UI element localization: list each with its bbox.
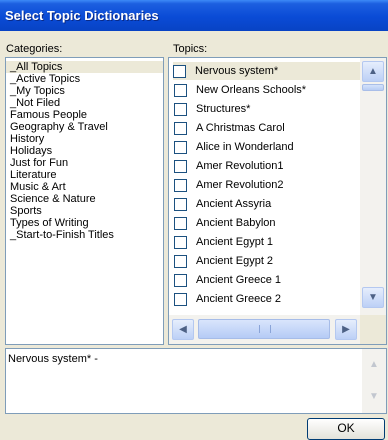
topic-label: Ancient Greece 2 xyxy=(196,293,281,305)
category-item[interactable]: _Start-to-Finish Titles xyxy=(6,229,163,241)
category-item[interactable]: Literature xyxy=(6,169,163,181)
topic-label: New Orleans Schools* xyxy=(196,84,307,96)
category-item[interactable]: _Active Topics xyxy=(6,73,163,85)
scroll-left-button[interactable]: ◀ xyxy=(172,319,194,340)
topic-label: Amer Revolution1 xyxy=(196,160,284,172)
chevron-left-icon: ◀ xyxy=(179,324,187,335)
chevron-right-icon: ▶ xyxy=(342,324,350,335)
category-item[interactable]: Sports xyxy=(6,205,163,217)
topic-item[interactable]: Ancient Babylon xyxy=(174,214,360,232)
topic-item[interactable]: Ancient Greece 2 xyxy=(174,290,360,308)
topic-checkbox[interactable] xyxy=(174,197,187,211)
topic-item[interactable]: Ancient Assyria xyxy=(174,195,360,213)
window-title: Select Topic Dictionaries xyxy=(5,8,159,23)
chevron-down-icon: ▼ xyxy=(368,292,378,303)
topic-label: Ancient Babylon xyxy=(196,217,276,229)
ok-button[interactable]: OK xyxy=(307,418,385,440)
topic-label: Ancient Egypt 2 xyxy=(196,255,274,267)
chevron-up-icon: ▲ xyxy=(368,66,378,77)
topics-label: Topics: xyxy=(173,43,208,55)
category-item[interactable]: Types of Writing xyxy=(6,217,163,229)
topic-checkbox[interactable] xyxy=(174,83,187,97)
chevron-up-icon[interactable]: ▲ xyxy=(369,359,379,370)
category-item[interactable]: History xyxy=(6,133,163,145)
topic-checkbox[interactable] xyxy=(174,216,187,230)
topic-item[interactable]: Amer Revolution2 xyxy=(174,176,360,194)
scroll-down-button[interactable]: ▼ xyxy=(362,287,384,308)
scrollbar-corner xyxy=(360,315,386,344)
topic-checkbox[interactable] xyxy=(174,102,187,116)
topic-item[interactable]: Nervous system* xyxy=(173,62,360,80)
topic-item[interactable]: Ancient Greece 1 xyxy=(174,271,360,289)
topic-item[interactable]: Ancient Egypt 1 xyxy=(174,233,360,251)
topic-label: Structures* xyxy=(196,103,251,115)
topic-item[interactable]: Structures* xyxy=(174,100,360,118)
topic-checkbox[interactable] xyxy=(174,254,187,268)
topic-label: A Christmas Carol xyxy=(196,122,285,134)
category-item[interactable]: Famous People xyxy=(6,109,163,121)
topic-item[interactable]: Ancient Egypt 2 xyxy=(174,252,360,270)
topics-horizontal-scrollbar[interactable]: ◀ ▶ xyxy=(169,315,360,344)
scroll-up-button[interactable]: ▲ xyxy=(362,61,384,82)
scroll-right-button[interactable]: ▶ xyxy=(335,319,357,340)
topic-label: Alice in Wonderland xyxy=(196,141,294,153)
topic-item[interactable]: Amer Revolution1 xyxy=(174,157,360,175)
topic-item[interactable]: New Orleans Schools* xyxy=(174,81,360,99)
topic-checkbox[interactable] xyxy=(174,235,187,249)
topic-label: Ancient Assyria xyxy=(196,198,272,210)
topic-label: Ancient Egypt 1 xyxy=(196,236,274,248)
topic-checkbox[interactable] xyxy=(174,159,187,173)
categories-list[interactable]: _All Topics _Active Topics _My Topics _Not … xyxy=(5,57,164,345)
topic-item[interactable]: Alice in Wonderland xyxy=(174,138,360,156)
topic-checkbox[interactable] xyxy=(173,64,186,78)
topic-checkbox[interactable] xyxy=(174,178,187,192)
category-item[interactable]: _Not Filed xyxy=(6,97,163,109)
description-text: Nervous system* - xyxy=(8,353,98,365)
horizontal-scroll-thumb[interactable] xyxy=(198,319,330,339)
topic-checkbox[interactable] xyxy=(174,292,187,306)
topic-item[interactable]: A Christmas Carol xyxy=(174,119,360,137)
category-item[interactable]: _My Topics xyxy=(6,85,163,97)
chevron-down-icon[interactable]: ▼ xyxy=(369,391,379,402)
categories-label: Categories: xyxy=(6,43,63,55)
category-item[interactable]: Science & Nature xyxy=(6,193,163,205)
topic-label: Nervous system* xyxy=(195,65,279,77)
topics-list[interactable]: Nervous system* New Orleans Schools* Struc… xyxy=(168,57,387,345)
description-box[interactable]: Nervous system* - ▲ ▼ xyxy=(5,348,387,414)
category-item[interactable]: Geography & Travel xyxy=(6,121,163,133)
category-item[interactable]: Holidays xyxy=(6,145,163,157)
category-item[interactable]: Music & Art xyxy=(6,181,163,193)
category-item[interactable]: Just for Fun xyxy=(6,157,163,169)
description-scrollbar[interactable]: ▲ ▼ xyxy=(362,349,386,413)
topic-label: Amer Revolution2 xyxy=(196,179,284,191)
title-bar[interactable]: Select Topic Dictionaries xyxy=(0,0,388,31)
topic-checkbox[interactable] xyxy=(174,273,187,287)
topics-vertical-scrollbar[interactable]: ▲ ▼ xyxy=(360,58,386,315)
category-item[interactable]: _All Topics xyxy=(6,61,163,73)
topic-checkbox[interactable] xyxy=(174,121,187,135)
topic-checkbox[interactable] xyxy=(174,140,187,154)
topic-label: Ancient Greece 1 xyxy=(196,274,281,286)
vertical-scroll-thumb[interactable] xyxy=(362,84,384,91)
